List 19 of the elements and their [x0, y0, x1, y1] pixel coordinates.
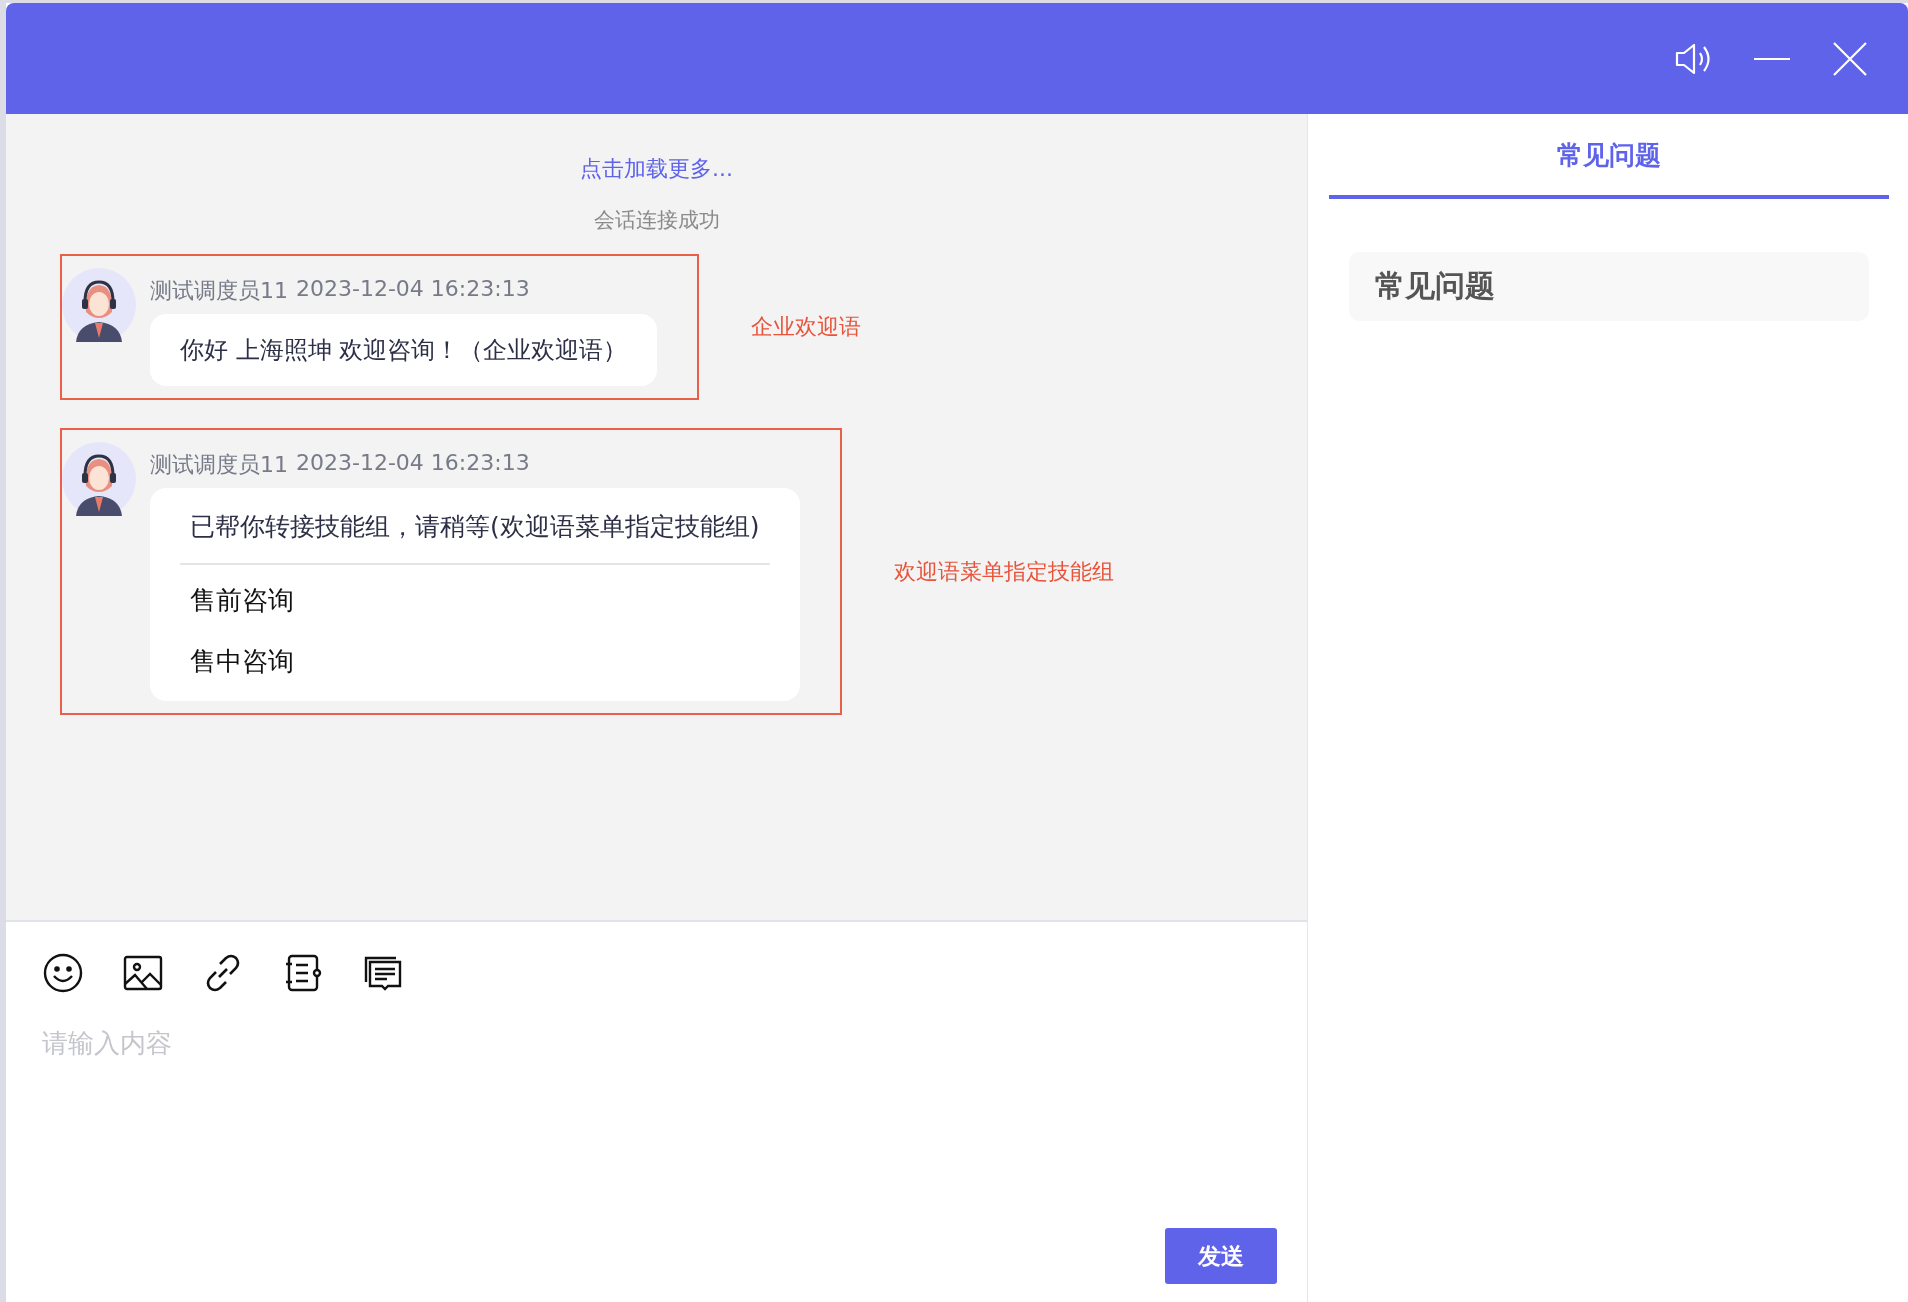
message-time: 2023-12-04 16:23:13 — [296, 276, 530, 303]
emoji-icon[interactable] — [42, 952, 84, 994]
avatar-icon — [62, 442, 136, 516]
avatar-icon — [62, 268, 136, 342]
menu-option[interactable]: 售前咨询 — [180, 565, 770, 626]
message-time: 2023-12-04 16:23:13 — [296, 450, 530, 477]
menu-option[interactable]: 售中咨询 — [180, 626, 770, 687]
annotation-label: 欢迎语菜单指定技能组 — [893, 557, 1114, 586]
message-input[interactable]: 请输入内容 — [42, 1028, 1277, 1058]
sender-name: 测试调度员11 — [150, 451, 288, 479]
send-button[interactable]: 发送 — [1165, 1228, 1277, 1284]
annotation-label: 企业欢迎语 — [751, 313, 862, 341]
system-notice: 会话连接成功 — [593, 207, 720, 234]
sender-name: 测试调度员11 — [150, 277, 288, 305]
message-text: 已帮你转接技能组，请稍等(欢迎语菜单指定技能组) — [180, 510, 770, 565]
load-more-link[interactable]: 点击加载更多... — [580, 154, 733, 184]
message-bubble: 你好 上海照坤 欢迎咨询！（企业欢迎语） — [150, 314, 658, 386]
faq-tab[interactable]: 常见问题 — [1329, 114, 1889, 199]
faq-heading: 常见问题 — [1349, 252, 1869, 321]
